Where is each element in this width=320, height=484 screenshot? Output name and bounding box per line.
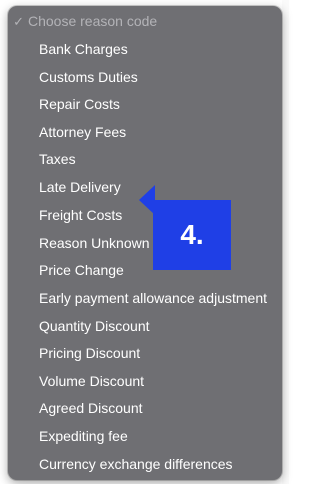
page-background — [282, 0, 289, 484]
option-quantity-discount[interactable]: Quantity Discount — [8, 313, 282, 340]
placeholder-label: Choose reason code — [28, 13, 158, 29]
option-customs-duties[interactable]: Customs Duties — [8, 64, 282, 91]
option-volume-discount[interactable]: Volume Discount — [8, 368, 282, 395]
option-currency-exchange-differences[interactable]: Currency exchange differences — [8, 451, 282, 478]
option-reason-unknown[interactable]: Reason Unknown — [8, 230, 282, 257]
option-attorney-fees[interactable]: Attorney Fees — [8, 119, 282, 146]
option-early-payment-allowance-adjustment[interactable]: Early payment allowance adjustment — [8, 285, 282, 312]
option-pricing-discount[interactable]: Pricing Discount — [8, 340, 282, 367]
option-taxes[interactable]: Taxes — [8, 146, 282, 173]
step-badge: 4. — [153, 200, 231, 270]
reason-code-dropdown-menu[interactable]: ✓ Choose reason code Bank Charges Custom… — [8, 6, 282, 480]
option-repair-costs[interactable]: Repair Costs — [8, 91, 282, 118]
step-badge-label: 4. — [180, 219, 204, 250]
option-expediting-fee[interactable]: Expediting fee — [8, 423, 282, 450]
option-bank-charges[interactable]: Bank Charges — [8, 36, 282, 63]
checkmark-icon: ✓ — [13, 14, 24, 29]
placeholder-option: ✓ Choose reason code — [8, 8, 282, 35]
option-agreed-discount[interactable]: Agreed Discount — [8, 395, 282, 422]
option-price-change[interactable]: Price Change — [8, 257, 282, 284]
